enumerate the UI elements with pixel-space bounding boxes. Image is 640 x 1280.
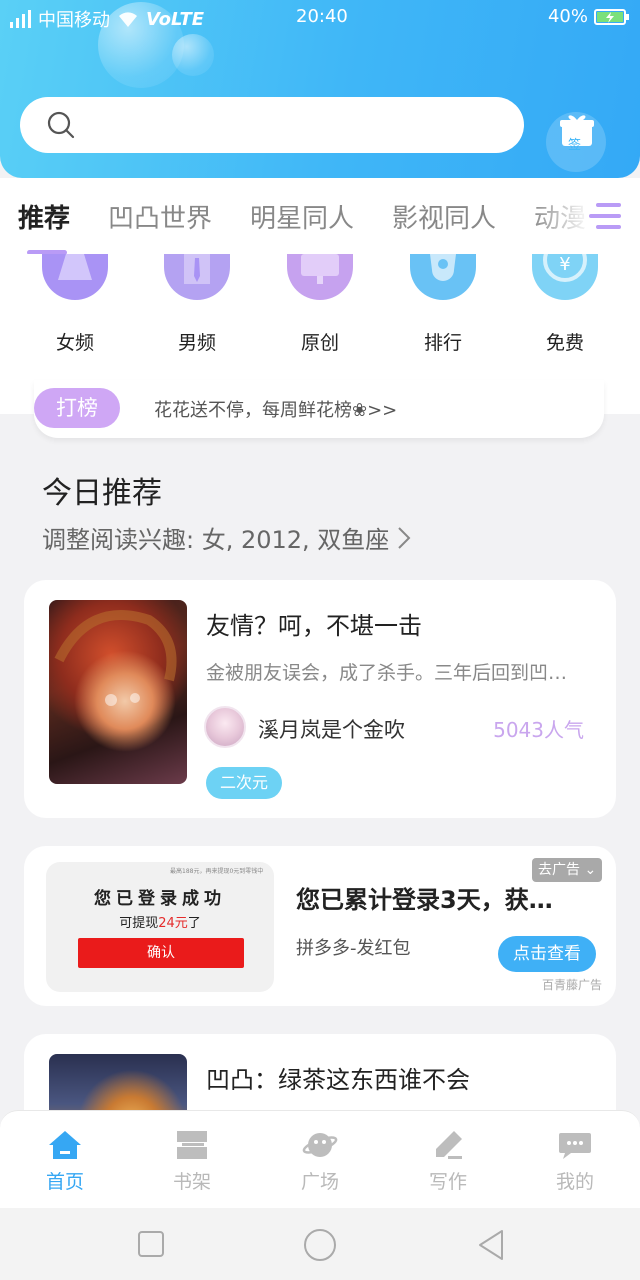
bottom-navigation: 首页 书架 广场 写作 我的	[0, 1110, 640, 1208]
chat-bubble-icon	[559, 1133, 591, 1159]
sign-in-gift-button[interactable]: 签	[546, 112, 606, 172]
category-label: 女频	[55, 332, 94, 354]
free-icon: ¥	[532, 254, 598, 300]
ad-image-confirm: 确认	[78, 938, 244, 968]
category-ranking[interactable]: 排行	[388, 254, 498, 355]
book-card[interactable]: 友情？呵，不堪一击 金被朋友误会，成了杀手。三年后回到凹凸大赛 溪月岚是个金吹 …	[24, 580, 616, 818]
volte-indicator: VoLTE	[146, 8, 205, 30]
section-title: 今日推荐	[42, 476, 162, 511]
decorative-bubble	[172, 34, 214, 76]
nav-label: 我的	[555, 1171, 594, 1193]
category-label: 免费	[545, 332, 584, 354]
book-description: 金被朋友误会，成了杀手。三年后回到凹凸大赛	[206, 662, 586, 684]
author-name[interactable]: 溪月岚是个金吹	[258, 714, 405, 744]
tab-fade-overlay	[530, 178, 640, 254]
signal-icon	[10, 10, 31, 28]
home-button-icon[interactable]	[303, 1228, 337, 1262]
planet-icon	[302, 1133, 338, 1157]
ad-provider: 百青藤广告	[542, 978, 603, 992]
back-icon[interactable]	[476, 1228, 506, 1262]
nav-plaza[interactable]: 广场	[275, 1129, 365, 1194]
book-cover	[49, 600, 187, 784]
promo-badge: 打榜	[34, 388, 120, 428]
nav-label: 书架	[172, 1171, 211, 1193]
category-male[interactable]: 男频	[142, 254, 252, 355]
category-free[interactable]: ¥ 免费	[510, 254, 620, 355]
tab-film-fanfic[interactable]: 影视同人	[392, 198, 496, 235]
header: 中国移动 VoLTE 20:40 40% 签	[0, 0, 640, 178]
book-title: 友情？呵，不堪一击	[206, 612, 422, 640]
ad-image-headline: 您已登录成功	[94, 889, 226, 909]
remove-ad-label: 去广告	[538, 862, 580, 878]
ad-title: 您已累计登录3天，获得红包奖励	[296, 886, 576, 914]
nav-label: 广场	[300, 1171, 339, 1193]
search-icon	[47, 111, 75, 139]
ranking-promo-bar[interactable]: 打榜 花花送不停，每周鲜花榜❀>>	[34, 380, 604, 438]
chevron-down-icon: ⌄	[584, 862, 597, 878]
genre-tag[interactable]: 二次元	[206, 767, 283, 799]
ad-image-subline: 可提现24元了	[46, 912, 274, 931]
bookshelf-icon	[177, 1131, 207, 1159]
tab-star-fanfic[interactable]: 明星同人	[250, 198, 354, 235]
carrier-name: 中国移动	[38, 10, 110, 31]
tab-aotu-world[interactable]: 凹凸世界	[108, 198, 212, 235]
author-row: 溪月岚是个金吹 5043人气	[204, 706, 584, 750]
ad-source: 拼多多-发红包	[296, 938, 411, 959]
view-ad-button[interactable]: 点击查看	[498, 936, 596, 972]
remove-ad-button[interactable]: 去广告 ⌄	[532, 858, 603, 882]
ranking-icon	[410, 254, 476, 300]
system-navigation-bar	[0, 1208, 640, 1280]
category-label: 原创	[300, 332, 339, 354]
ad-amount: 24元	[158, 916, 188, 931]
menu-icon[interactable]	[588, 200, 622, 232]
nav-home[interactable]: 首页	[20, 1129, 110, 1194]
search-input[interactable]	[90, 107, 510, 143]
category-label: 排行	[423, 332, 462, 354]
reading-interest-text: 调整阅读兴趣: 女, 2012, 双鱼座	[42, 526, 390, 554]
category-label: 男频	[177, 332, 216, 354]
ad-image-fineprint: 最高188元，再来提现0元到零钱中	[170, 868, 264, 875]
battery-percent: 40%	[547, 6, 588, 27]
nav-write[interactable]: 写作	[403, 1129, 493, 1194]
tab-recommend[interactable]: 推荐	[18, 198, 70, 235]
nav-bookshelf[interactable]: 书架	[147, 1129, 237, 1194]
wifi-icon	[119, 12, 137, 27]
category-female[interactable]: 女频	[20, 254, 130, 355]
nav-label: 首页	[45, 1171, 84, 1193]
svg-text:¥: ¥	[559, 254, 570, 275]
pen-icon	[436, 1131, 462, 1159]
female-channel-icon	[42, 254, 108, 300]
ad-image: 最高188元，再来提现0元到零钱中 您已登录成功 可提现24元了 确认	[46, 862, 274, 992]
ad-card[interactable]: 最高188元，再来提现0元到零钱中 您已登录成功 可提现24元了 确认 您已累计…	[24, 846, 616, 1006]
status-bar: 中国移动 VoLTE 20:40 40%	[0, 0, 640, 34]
nav-label: 写作	[428, 1171, 467, 1193]
recent-apps-icon[interactable]	[137, 1230, 165, 1258]
ad-subline-suffix: 了	[187, 916, 201, 931]
ad-subline-prefix: 可提现	[119, 916, 159, 931]
male-channel-icon	[164, 254, 230, 300]
battery-icon	[594, 8, 629, 25]
nav-mine[interactable]: 我的	[530, 1129, 620, 1194]
popularity-count: 5043人气	[493, 718, 584, 742]
gift-label: 签	[568, 138, 582, 153]
reading-interest-link[interactable]: 调整阅读兴趣: 女, 2012, 双鱼座	[42, 520, 411, 555]
clock: 20:40	[296, 6, 348, 27]
book-title: 凹凸：绿茶这东西谁不会	[206, 1066, 470, 1094]
category-original[interactable]: 原创	[265, 254, 375, 355]
original-icon	[287, 254, 353, 300]
search-bar[interactable]	[20, 97, 524, 153]
chevron-right-icon	[398, 526, 411, 549]
promo-text: 花花送不停，每周鲜花榜❀>>	[154, 400, 398, 421]
avatar	[204, 706, 246, 748]
home-icon	[49, 1131, 81, 1159]
